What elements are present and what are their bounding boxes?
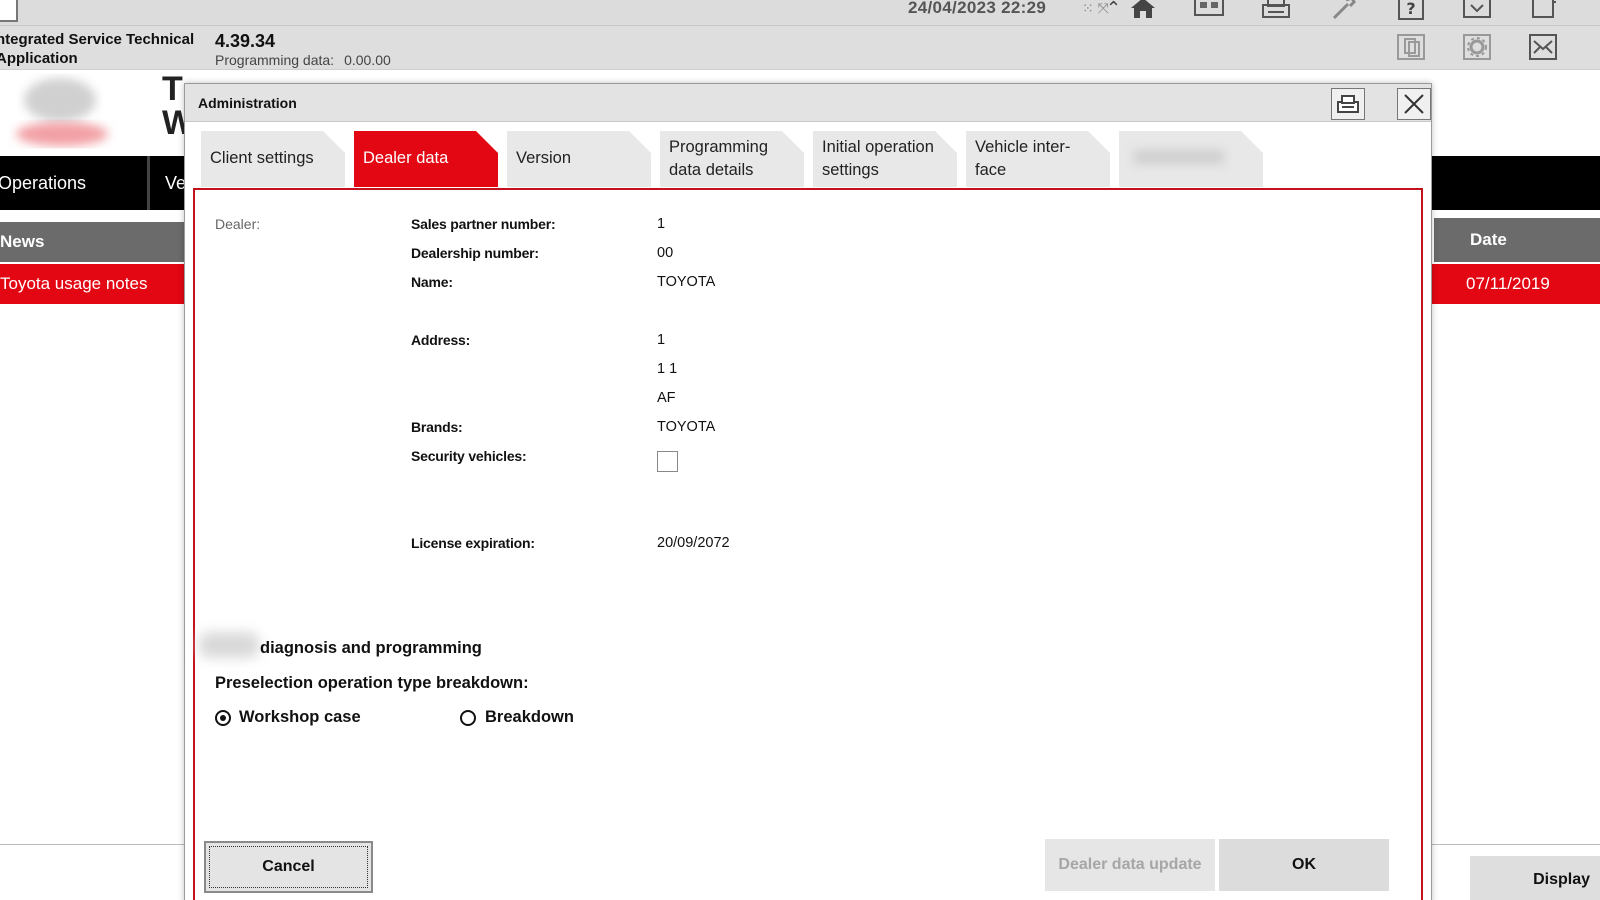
tab-vehicle-interface[interactable]: Vehicle inter- face	[966, 131, 1110, 187]
printer-icon[interactable]	[1257, 0, 1295, 22]
grid-icon: ⁙ ⤧	[1082, 0, 1109, 16]
administration-dialog: Administration Client settings Dealer da…	[184, 83, 1432, 900]
name-label: Name:	[411, 274, 453, 290]
dealership-number-label: Dealership number:	[411, 245, 539, 261]
dialog-titlebar: Administration	[185, 84, 1431, 122]
nav-operations[interactable]: Operations	[0, 156, 150, 210]
dealer-section-label: Dealer:	[215, 216, 261, 232]
chevron-up-icon[interactable]: ⌃	[1106, 0, 1121, 19]
tab-label: Client settings	[210, 149, 314, 167]
dealer-data-panel: Dealer: Sales partner number: 1 Dealersh…	[193, 188, 1423, 900]
dealer-data-update-button[interactable]: Dealer data update	[1045, 839, 1215, 891]
breakdown-radio[interactable]	[460, 710, 476, 726]
brand-logo	[0, 72, 140, 154]
security-vehicles-label: Security vehicles:	[411, 448, 527, 464]
tab-label: Vehicle inter- face	[975, 138, 1071, 179]
tab-initial-operation-settings[interactable]: Initial operation settings	[813, 131, 957, 187]
tab-client-settings[interactable]: Client settings	[201, 131, 345, 187]
top-toolbar: 24/04/2023 22:29 ⁙ ⤧ ⌃ ?	[0, 0, 1600, 26]
blurred-text	[199, 632, 259, 658]
address-label: Address:	[411, 332, 471, 348]
wrench-icon[interactable]	[1324, 0, 1362, 22]
info-bar: ntegrated Service Technical Application …	[0, 26, 1600, 70]
address-line-3: AF	[657, 390, 676, 406]
license-expiration-label: License expiration:	[411, 535, 535, 551]
app-title: ntegrated Service Technical Application	[0, 30, 206, 68]
close-button[interactable]	[1397, 88, 1431, 120]
tab-blurred[interactable]	[1119, 131, 1263, 187]
news-column-header[interactable]: News	[0, 222, 200, 262]
tab-blurred-label	[1134, 150, 1224, 164]
svg-text:?: ?	[1406, 0, 1415, 18]
license-expiration-value: 20/09/2072	[657, 535, 730, 551]
cancel-button[interactable]: Cancel	[204, 841, 373, 893]
preselection-label: Preselection operation type breakdown:	[215, 674, 529, 692]
download-icon[interactable]	[1458, 0, 1496, 22]
close-icon	[1404, 94, 1424, 114]
tab-programming-data-details[interactable]: Programming data details	[660, 131, 804, 187]
sales-partner-value: 1	[657, 216, 666, 232]
mail-icon[interactable]	[1524, 29, 1562, 65]
copy-icon[interactable]	[1524, 0, 1562, 22]
security-vehicles-checkbox[interactable]	[657, 451, 678, 472]
brands-value: TOYOTA	[657, 419, 716, 435]
name-value: TOYOTA	[657, 274, 716, 290]
breakdown-label[interactable]: Breakdown	[485, 708, 574, 727]
divider	[1414, 844, 1600, 845]
news-row[interactable]: Toyota usage notes	[0, 264, 200, 304]
nav-vehicle[interactable]: Ve	[165, 156, 186, 210]
workshop-case-label[interactable]: Workshop case	[239, 708, 361, 727]
diagnosis-section-title: diagnosis and programming	[260, 639, 482, 657]
documents-icon[interactable]	[1392, 29, 1430, 65]
tab-label: Programming data details	[669, 138, 769, 179]
tab-label: Version	[516, 149, 572, 167]
display-button[interactable]: Display	[1470, 856, 1600, 900]
help-icon[interactable]: ?	[1392, 0, 1430, 22]
tab-dealer-data[interactable]: Dealer data	[354, 131, 498, 187]
dual-monitor-icon[interactable]	[1190, 0, 1228, 22]
programming-data-label: Programming data:	[215, 52, 335, 68]
home-icon[interactable]	[1124, 0, 1162, 22]
app-window: 24/04/2023 22:29 ⁙ ⤧ ⌃ ? ntegrated Servi…	[0, 0, 1600, 900]
brands-label: Brands:	[411, 419, 463, 435]
address-line-1: 1	[657, 332, 666, 348]
gear-icon[interactable]	[1458, 29, 1496, 65]
tab-version[interactable]: Version	[507, 131, 651, 187]
version-number: 4.39.34	[215, 31, 276, 51]
dialog-title: Administration	[198, 95, 297, 111]
datetime-display: 24/04/2023 22:29	[908, 0, 1047, 17]
window-menu-icon[interactable]	[0, 0, 18, 22]
workshop-case-radio[interactable]	[215, 710, 231, 726]
programming-data: Programming data: 0.00.00	[215, 52, 391, 68]
tab-label: Initial operation settings	[822, 138, 934, 179]
app-title-line1: ntegrated Service Technical	[0, 31, 195, 48]
dealership-number-value: 00	[657, 245, 674, 261]
news-row-date[interactable]: 07/11/2019	[1434, 264, 1600, 304]
ok-button[interactable]: OK	[1219, 839, 1389, 891]
divider	[0, 844, 190, 845]
app-title-line2: Application	[0, 50, 78, 67]
print-button[interactable]	[1331, 88, 1365, 120]
address-line-2: 1 1	[657, 361, 678, 377]
date-column-header[interactable]: Date	[1434, 218, 1600, 262]
programming-data-value: 0.00.00	[344, 52, 391, 68]
sales-partner-label: Sales partner number:	[411, 216, 556, 232]
tab-label: Dealer data	[363, 149, 449, 167]
